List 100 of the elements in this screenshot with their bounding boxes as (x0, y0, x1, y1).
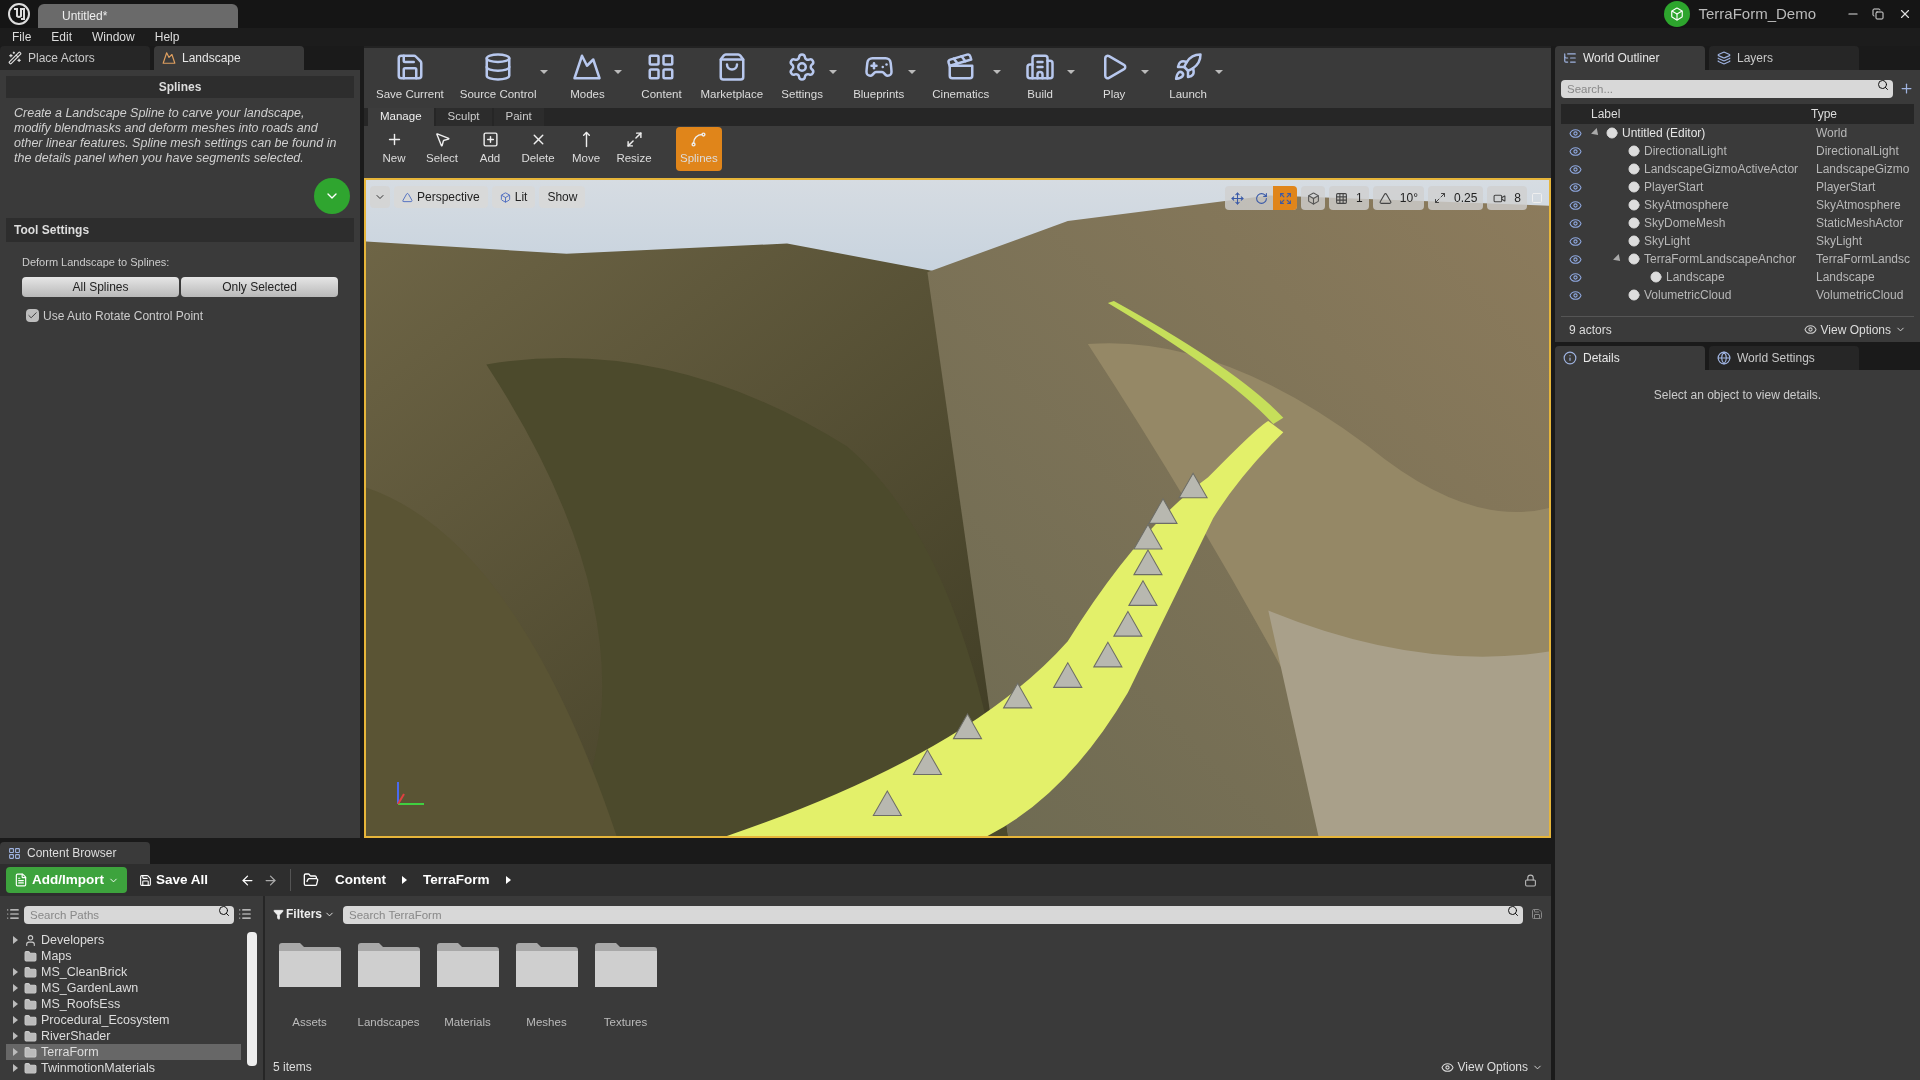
search-icon[interactable] (1507, 905, 1519, 917)
panel-tab[interactable]: Layers (1709, 46, 1859, 70)
mode-tab[interactable]: Manage (368, 108, 434, 126)
toolbar-button[interactable]: Save Current (368, 49, 452, 107)
toolbar-button[interactable]: Settings (771, 49, 834, 107)
panel-tab[interactable]: Content Browser (0, 842, 150, 864)
expand-arrow-icon[interactable] (12, 968, 18, 976)
eye-icon[interactable] (1569, 162, 1582, 176)
grid-snap-value[interactable]: 1 (1356, 189, 1363, 207)
folder-tree-item[interactable]: Developers (6, 932, 241, 948)
rotation-snap-value[interactable]: 10° (1399, 189, 1418, 207)
document-tab[interactable]: Untitled* (38, 4, 238, 28)
close-icon[interactable] (1898, 7, 1912, 21)
viewport-button[interactable]: Lit (491, 186, 536, 208)
viewport-button[interactable]: Show (539, 186, 586, 208)
expand-arrow-icon[interactable] (12, 1016, 18, 1024)
panel-tab[interactable]: World Settings (1709, 346, 1859, 370)
actor-label[interactable]: Landscape (1666, 268, 1725, 286)
actor-label[interactable]: Untitled (Editor) (1622, 124, 1706, 142)
eye-icon[interactable] (1569, 180, 1582, 194)
folder-tree-item[interactable]: MS_CleanBrick (6, 964, 241, 980)
mode-tool-button[interactable]: Delete (516, 127, 560, 171)
lock-icon[interactable] (1524, 873, 1537, 887)
toolbar-button[interactable]: Play (1083, 49, 1146, 107)
panel-tab[interactable]: Details (1555, 346, 1705, 370)
search-field[interactable]: Search... (1561, 80, 1893, 98)
option-button[interactable]: All Splines (22, 276, 179, 297)
actor-label[interactable]: LandscapeGizmoActiveActor (1644, 160, 1799, 178)
grid-icon[interactable] (1335, 191, 1349, 205)
dropdown-caret-icon[interactable] (1141, 70, 1150, 74)
scale-arrow-icon[interactable] (1433, 192, 1446, 204)
toolbar-button[interactable]: Launch (1157, 49, 1220, 107)
mode-tool-button[interactable]: Add (468, 127, 512, 171)
menu-item[interactable]: Help (154, 28, 180, 46)
collapse-toggle-icon[interactable] (314, 178, 350, 214)
dropdown-caret-icon[interactable] (829, 70, 838, 74)
camera-speed-value[interactable]: 8 (1514, 189, 1521, 207)
panel-tab[interactable]: World Outliner (1555, 46, 1705, 70)
toolbar-button[interactable]: Source Control (451, 49, 545, 107)
mode-tab[interactable]: Paint (493, 108, 544, 126)
panel-tab[interactable]: Place Actors (0, 46, 150, 70)
dropdown-caret-icon[interactable] (993, 70, 1002, 74)
expand-arrow-icon[interactable] (12, 1048, 18, 1056)
folder-icon[interactable] (277, 942, 342, 988)
eye-icon[interactable] (1569, 126, 1582, 140)
view-options-button[interactable]: View Options (1440, 1058, 1543, 1076)
toolbar-button[interactable]: Modes (556, 49, 619, 107)
search-icon[interactable] (1877, 79, 1889, 91)
actor-label[interactable]: VolumetricCloud (1644, 286, 1732, 304)
collapse-sources-icon[interactable] (6, 907, 20, 921)
expand-arrow-icon[interactable] (12, 984, 18, 992)
checkbox[interactable] (26, 309, 39, 322)
forward-arrow-icon[interactable] (263, 872, 279, 888)
folder-tree-item[interactable]: TerraForm (6, 1044, 241, 1060)
column-header[interactable]: Label (1591, 105, 1811, 123)
eye-icon[interactable] (1569, 288, 1582, 302)
actor-label[interactable]: PlayerStart (1644, 178, 1704, 196)
list-icon[interactable] (238, 907, 252, 921)
restore-icon[interactable] (1872, 8, 1884, 20)
dropdown-caret-icon[interactable] (540, 70, 549, 74)
dropdown-caret-icon[interactable] (908, 70, 917, 74)
view-options-button[interactable]: View Options (1803, 320, 1906, 339)
search-icon[interactable] (218, 905, 230, 917)
toolbar-button[interactable]: Build (1009, 49, 1072, 107)
save-all-button[interactable]: Save All (135, 867, 213, 893)
dropdown-caret-icon[interactable] (1067, 70, 1076, 74)
folder-tree-item[interactable]: TwinmotionMaterials (6, 1060, 241, 1076)
eye-icon[interactable] (1569, 270, 1582, 284)
cube-icon[interactable] (1301, 186, 1326, 210)
actor-label[interactable]: SkyAtmosphere (1644, 196, 1729, 214)
expand-arrow-icon[interactable] (12, 936, 18, 944)
eye-icon[interactable] (1569, 144, 1582, 158)
viewport[interactable]: Perspective Lit Show 1 10° 0.25 8 (364, 178, 1551, 838)
mode-tab[interactable]: Sculpt (435, 108, 492, 126)
add-filter-icon[interactable] (1899, 80, 1914, 96)
mode-tool-button[interactable]: New (372, 127, 416, 171)
actor-label[interactable]: SkyLight (1644, 232, 1691, 250)
toolbar-button[interactable]: Cinematics (924, 49, 998, 107)
dropdown-caret-icon[interactable] (1215, 70, 1224, 74)
eye-icon[interactable] (1569, 234, 1582, 248)
toolbar-button[interactable]: Blueprints (845, 49, 913, 107)
angle-icon[interactable] (1378, 191, 1392, 205)
eye-icon[interactable] (1569, 216, 1582, 230)
folder-tree-item[interactable]: Maps (6, 948, 241, 964)
panel-tab[interactable]: Landscape (154, 46, 304, 70)
folder-tree-item[interactable]: Procedural_Ecosystem (6, 1012, 241, 1028)
filters-button[interactable]: Filters (273, 905, 335, 923)
menu-item[interactable]: File (12, 28, 32, 46)
breadcrumb-arrow-icon[interactable] (505, 876, 511, 884)
mode-tool-button[interactable]: Move (564, 127, 608, 171)
actor-label[interactable]: DirectionalLight (1644, 142, 1727, 160)
menu-item[interactable]: Edit (51, 28, 73, 46)
search-field[interactable]: Search Paths (24, 906, 234, 924)
scale-icon[interactable] (1273, 186, 1298, 210)
actor-label[interactable]: TerraFormLandscapeAnchor (1644, 250, 1797, 268)
eye-icon[interactable] (1569, 198, 1582, 212)
option-button[interactable]: Only Selected (181, 276, 338, 297)
eye-icon[interactable] (1569, 252, 1582, 266)
folder-tree-item[interactable]: MS_RoofsEss (6, 996, 241, 1012)
save-search-icon[interactable] (1531, 908, 1543, 920)
